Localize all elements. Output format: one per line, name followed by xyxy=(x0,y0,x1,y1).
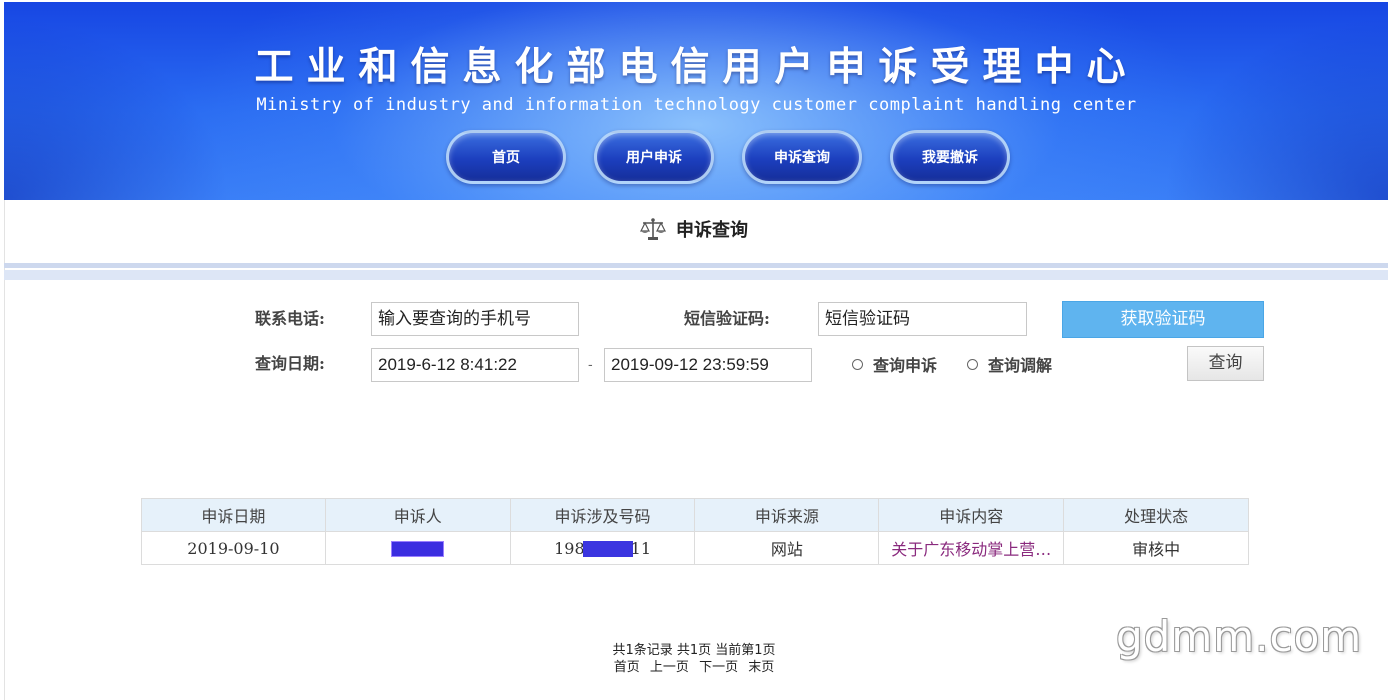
cell-date: 2019-09-10 xyxy=(141,531,326,565)
date-separator: - xyxy=(588,356,593,372)
nav-user-complaint-button[interactable]: 用户申诉 xyxy=(594,130,714,184)
phone-input[interactable]: 输入要查询的手机号 xyxy=(371,302,579,336)
col-header-number: 申诉涉及号码 xyxy=(509,498,696,532)
number-suffix: 11 xyxy=(630,538,651,558)
page-prev-link[interactable]: 上一页 xyxy=(650,660,689,675)
redacted-block xyxy=(391,541,445,557)
page-title: 申诉查询 xyxy=(676,220,748,241)
col-header-date: 申诉日期 xyxy=(141,498,326,532)
results-table: 申诉日期 申诉人 申诉涉及号码 申诉来源 申诉内容 处理状态 2019-09-1… xyxy=(141,498,1249,565)
query-button[interactable]: 查询 xyxy=(1187,346,1264,381)
nav-withdraw-button[interactable]: 我要撤诉 xyxy=(890,130,1010,184)
watermark: gdmm.com xyxy=(1116,612,1363,661)
sms-code-label: 短信验证码: xyxy=(684,309,770,328)
table-header-row: 申诉日期 申诉人 申诉涉及号码 申诉来源 申诉内容 处理状态 xyxy=(141,498,1249,532)
redacted-block xyxy=(582,541,633,557)
cell-complainant xyxy=(324,531,511,565)
section-heading: 申诉查询 xyxy=(0,212,1388,246)
header-banner: 工业和信息化部电信用户申诉受理中心 Ministry of industry a… xyxy=(4,2,1388,200)
main-nav: 首页 用户申诉 申诉查询 我要撤诉 xyxy=(4,130,1388,186)
radio-query-mediation-label: 查询调解 xyxy=(988,356,1053,375)
page-next-link[interactable]: 下一页 xyxy=(699,660,738,675)
pagination-links: 首页 上一页 下一页 末页 xyxy=(0,659,1388,676)
col-header-status: 处理状态 xyxy=(1063,498,1249,532)
radio-query-complaint[interactable]: 查询申诉 xyxy=(852,351,937,377)
radio-query-complaint-label: 查询申诉 xyxy=(873,356,938,375)
phone-label: 联系电话: xyxy=(255,309,325,328)
page-first-link[interactable]: 首页 xyxy=(614,660,640,675)
nav-home-button[interactable]: 首页 xyxy=(446,130,566,184)
cell-source: 网站 xyxy=(694,531,880,565)
cell-content[interactable]: 关于广东移动掌上营… xyxy=(878,531,1065,565)
col-header-content: 申诉内容 xyxy=(878,498,1065,532)
end-date-input[interactable]: 2019-09-12 23:59:59 xyxy=(604,348,812,382)
col-header-complainant: 申诉人 xyxy=(324,498,511,532)
table-row[interactable]: 2019-09-10 198 11 网站 关于广东移动掌上营… 审核中 xyxy=(141,531,1249,565)
site-title: 工业和信息化部电信用户申诉受理中心 xyxy=(254,45,1139,90)
site-subtitle: Ministry of industry and information tec… xyxy=(256,95,1137,115)
sms-code-input[interactable]: 短信验证码 xyxy=(818,302,1027,336)
col-header-source: 申诉来源 xyxy=(694,498,880,532)
radio-query-mediation[interactable]: 查询调解 xyxy=(967,351,1052,377)
page-last-link[interactable]: 末页 xyxy=(748,660,774,675)
divider-stripe xyxy=(4,263,1388,268)
scale-icon xyxy=(640,218,666,240)
number-prefix: 198 xyxy=(554,538,585,558)
cell-status: 审核中 xyxy=(1063,531,1249,565)
divider-stripe-light xyxy=(4,270,1388,280)
get-code-button[interactable]: 获取验证码 xyxy=(1062,301,1264,338)
start-date-input[interactable]: 2019-6-12 8:41:22 xyxy=(371,348,579,382)
complaint-content-link[interactable]: 关于广东移动掌上营… xyxy=(891,540,1051,559)
date-label: 查询日期: xyxy=(255,354,325,373)
cell-number: 198 11 xyxy=(509,531,696,565)
nav-complaint-query-button[interactable]: 申诉查询 xyxy=(742,130,862,184)
radio-circle-icon[interactable] xyxy=(852,358,863,370)
radio-circle-icon[interactable] xyxy=(967,358,978,370)
